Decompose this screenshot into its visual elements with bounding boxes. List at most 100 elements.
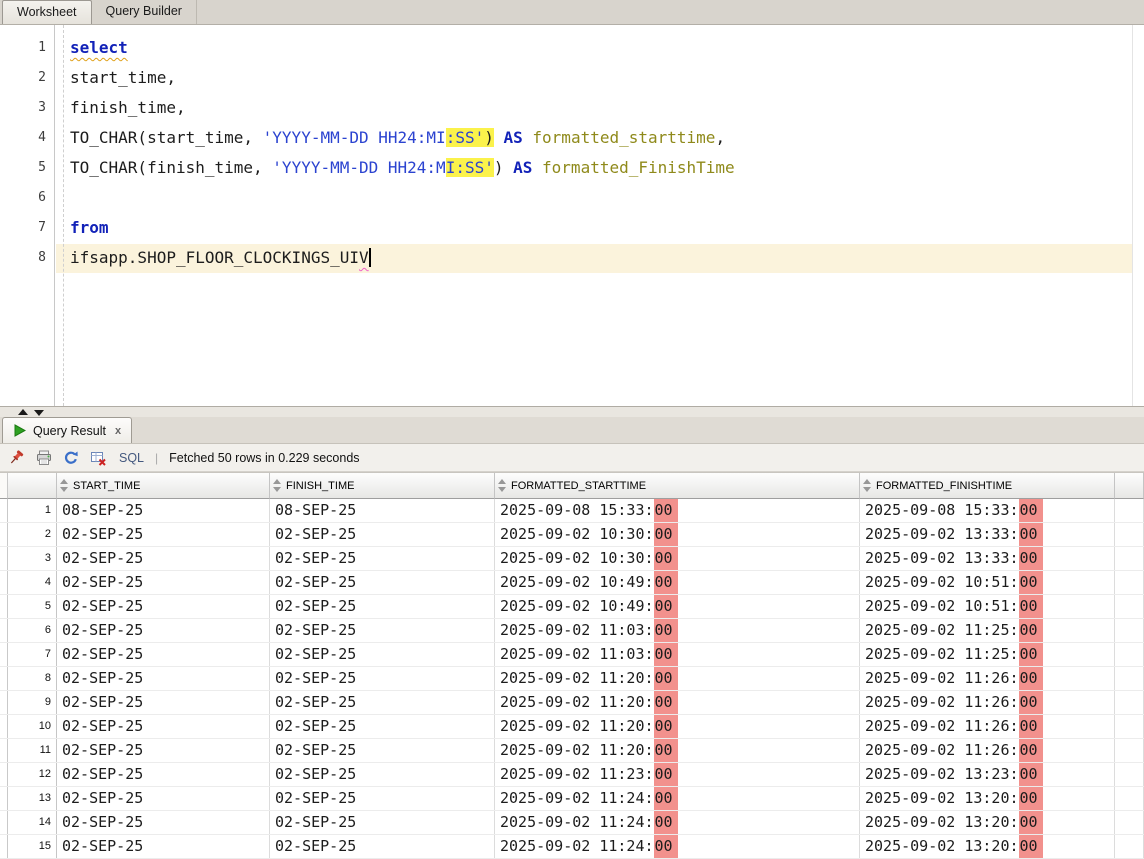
cell[interactable]: 2025-09-02 11:23:00 (495, 763, 860, 786)
code-line[interactable]: TO_CHAR(finish_time, 'YYYY-MM-DD HH24:MI… (70, 153, 1144, 183)
cell[interactable]: 02-SEP-25 (57, 523, 270, 546)
sort-updown-icon[interactable] (863, 478, 872, 493)
cell[interactable]: 2025-09-02 10:30:00 (495, 547, 860, 570)
table-row[interactable]: 4 02-SEP-25 02-SEP-25 2025-09-02 10:49:00 20… (0, 571, 1144, 595)
cell[interactable]: 02-SEP-25 (57, 619, 270, 642)
cell[interactable]: 2025-09-02 11:26:00 (860, 715, 1115, 738)
column-header-start_time[interactable]: START_TIME (57, 473, 270, 499)
tab-query-builder[interactable]: Query Builder (92, 0, 197, 24)
cell[interactable]: 2025-09-02 11:20:00 (495, 739, 860, 762)
cell[interactable]: 2025-09-02 13:20:00 (860, 811, 1115, 834)
cell[interactable]: 2025-09-02 13:20:00 (860, 787, 1115, 810)
table-row[interactable]: 5 02-SEP-25 02-SEP-25 2025-09-02 10:49:00 20… (0, 595, 1144, 619)
cell[interactable]: 02-SEP-25 (57, 571, 270, 594)
cell[interactable]: 02-SEP-25 (57, 811, 270, 834)
cell[interactable]: 02-SEP-25 (270, 643, 495, 666)
code-line[interactable] (70, 183, 1144, 213)
code-area[interactable]: select start_time, finish_time, TO_CHAR(sta… (70, 25, 1144, 273)
sql-editor[interactable]: 1 2 3 4 5 6 7 8 select start_time, finish_time, TO… (0, 25, 1144, 406)
cell[interactable]: 02-SEP-25 (270, 811, 495, 834)
cell[interactable]: 2025-09-02 11:24:00 (495, 835, 860, 858)
table-row[interactable]: 7 02-SEP-25 02-SEP-25 2025-09-02 11:03:00 20… (0, 643, 1144, 667)
cell[interactable]: 2025-09-02 13:20:00 (860, 835, 1115, 858)
table-row[interactable]: 11 02-SEP-25 02-SEP-25 2025-09-02 11:20:00 2… (0, 739, 1144, 763)
table-row[interactable]: 2 02-SEP-25 02-SEP-25 2025-09-02 10:30:00 20… (0, 523, 1144, 547)
cell[interactable]: 2025-09-02 11:24:00 (495, 811, 860, 834)
cell[interactable]: 08-SEP-25 (270, 499, 495, 522)
cell[interactable]: 02-SEP-25 (270, 739, 495, 762)
code-line[interactable]: TO_CHAR(start_time, 'YYYY-MM-DD HH24:MI:… (70, 123, 1144, 153)
code-line[interactable]: from (70, 213, 1144, 243)
cell[interactable]: 02-SEP-25 (270, 619, 495, 642)
cell[interactable]: 02-SEP-25 (57, 835, 270, 858)
column-header-finish_time[interactable]: FINISH_TIME (270, 473, 495, 499)
table-row[interactable]: 13 02-SEP-25 02-SEP-25 2025-09-02 11:24:00 2… (0, 787, 1144, 811)
splitter-bar[interactable] (0, 406, 1144, 417)
refresh-icon[interactable] (62, 449, 80, 466)
cell[interactable]: 2025-09-02 11:25:00 (860, 619, 1115, 642)
sort-updown-icon[interactable] (273, 478, 282, 493)
cell[interactable]: 02-SEP-25 (270, 715, 495, 738)
cell[interactable]: 02-SEP-25 (57, 667, 270, 690)
table-row[interactable]: 10 02-SEP-25 02-SEP-25 2025-09-02 11:20:00 2… (0, 715, 1144, 739)
discard-results-icon[interactable] (89, 449, 107, 466)
table-row[interactable]: 3 02-SEP-25 02-SEP-25 2025-09-02 10:30:00 20… (0, 547, 1144, 571)
column-header-formatted_finishtime[interactable]: FORMATTED_FINISHTIME (860, 473, 1115, 499)
cell[interactable]: 02-SEP-25 (57, 739, 270, 762)
tab-query-result[interactable]: Query Result x (2, 417, 133, 443)
sort-updown-icon[interactable] (498, 478, 507, 493)
cell[interactable]: 02-SEP-25 (57, 691, 270, 714)
cell[interactable]: 02-SEP-25 (57, 763, 270, 786)
cell[interactable]: 2025-09-02 13:33:00 (860, 547, 1115, 570)
table-row[interactable]: 1 08-SEP-25 08-SEP-25 2025-09-08 15:33:00 20… (0, 499, 1144, 523)
table-row[interactable]: 12 02-SEP-25 02-SEP-25 2025-09-02 11:23:00 2… (0, 763, 1144, 787)
table-row[interactable]: 14 02-SEP-25 02-SEP-25 2025-09-02 11:24:00 2… (0, 811, 1144, 835)
cell[interactable]: 2025-09-02 11:25:00 (860, 643, 1115, 666)
cell[interactable]: 2025-09-02 11:26:00 (860, 739, 1115, 762)
cell[interactable]: 2025-09-02 11:20:00 (495, 715, 860, 738)
cell[interactable]: 2025-09-08 15:33:00 (860, 499, 1115, 522)
cell[interactable]: 02-SEP-25 (270, 763, 495, 786)
code-line[interactable]: start_time, (70, 63, 1144, 93)
cell[interactable]: 02-SEP-25 (57, 715, 270, 738)
cell[interactable]: 02-SEP-25 (270, 595, 495, 618)
close-tab-icon[interactable]: x (115, 425, 121, 437)
cell[interactable]: 2025-09-02 10:30:00 (495, 523, 860, 546)
cell[interactable]: 02-SEP-25 (270, 835, 495, 858)
code-line[interactable]: finish_time, (70, 93, 1144, 123)
table-row[interactable]: 15 02-SEP-25 02-SEP-25 2025-09-02 11:24:00 2… (0, 835, 1144, 859)
cell[interactable]: 02-SEP-25 (270, 667, 495, 690)
cell[interactable]: 2025-09-02 13:23:00 (860, 763, 1115, 786)
cell[interactable]: 02-SEP-25 (270, 571, 495, 594)
cell[interactable]: 2025-09-08 15:33:00 (495, 499, 860, 522)
cell[interactable]: 02-SEP-25 (57, 643, 270, 666)
cell[interactable]: 02-SEP-25 (270, 691, 495, 714)
code-line[interactable]: select (70, 33, 1144, 63)
tab-worksheet[interactable]: Worksheet (2, 0, 92, 24)
pin-icon[interactable] (8, 449, 26, 466)
cell[interactable]: 02-SEP-25 (57, 787, 270, 810)
cell[interactable]: 2025-09-02 10:49:00 (495, 571, 860, 594)
print-icon[interactable] (35, 449, 53, 466)
column-header-formatted_starttime[interactable]: FORMATTED_STARTTIME (495, 473, 860, 499)
sql-link[interactable]: SQL (119, 451, 144, 465)
cell[interactable]: 02-SEP-25 (270, 523, 495, 546)
cell[interactable]: 02-SEP-25 (270, 787, 495, 810)
cell[interactable]: 02-SEP-25 (57, 547, 270, 570)
cell[interactable]: 2025-09-02 11:03:00 (495, 643, 860, 666)
table-row[interactable]: 6 02-SEP-25 02-SEP-25 2025-09-02 11:03:00 20… (0, 619, 1144, 643)
cell[interactable]: 2025-09-02 10:51:00 (860, 571, 1115, 594)
cell[interactable]: 02-SEP-25 (57, 595, 270, 618)
code-line[interactable]: ifsapp.SHOP_FLOOR_CLOCKINGS_UIV (70, 243, 1144, 273)
cell[interactable]: 2025-09-02 11:20:00 (495, 691, 860, 714)
cell[interactable]: 2025-09-02 11:20:00 (495, 667, 860, 690)
cell[interactable]: 2025-09-02 13:33:00 (860, 523, 1115, 546)
cell[interactable]: 2025-09-02 10:51:00 (860, 595, 1115, 618)
table-row[interactable]: 8 02-SEP-25 02-SEP-25 2025-09-02 11:20:00 20… (0, 667, 1144, 691)
query-result-grid[interactable]: START_TIME FINISH_TIME FORMATTED_STARTTIME… (0, 472, 1144, 859)
cell[interactable]: 2025-09-02 11:26:00 (860, 691, 1115, 714)
table-row[interactable]: 9 02-SEP-25 02-SEP-25 2025-09-02 11:20:00 20… (0, 691, 1144, 715)
cell[interactable]: 2025-09-02 10:49:00 (495, 595, 860, 618)
cell[interactable]: 2025-09-02 11:03:00 (495, 619, 860, 642)
sort-updown-icon[interactable] (60, 478, 69, 493)
